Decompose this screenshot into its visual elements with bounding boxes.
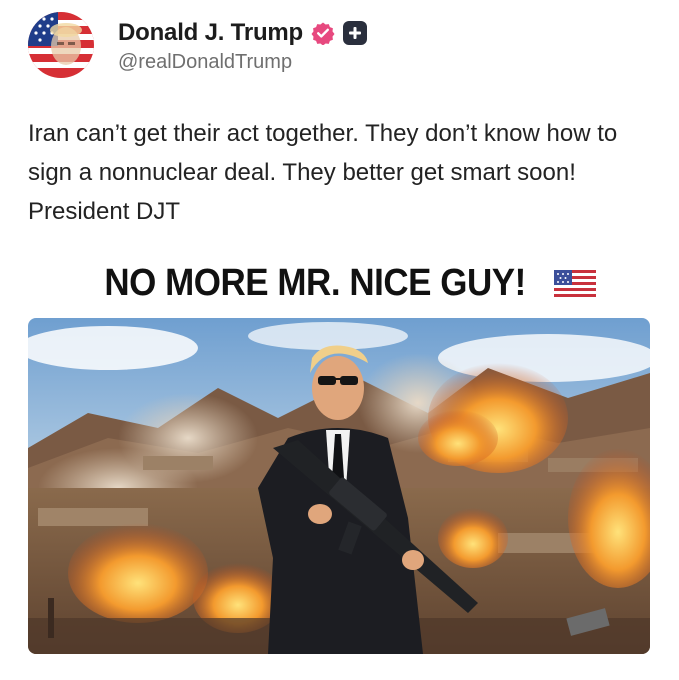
post-image[interactable] <box>28 318 650 654</box>
image-caption-text: NO MORE MR. NICE GUY! <box>104 262 526 304</box>
plus-icon[interactable] <box>343 20 368 45</box>
display-name[interactable]: Donald J. Trump <box>118 19 303 47</box>
us-flag-icon <box>554 270 597 297</box>
post-header: Donald J. Trump @realDonaldTrump <box>28 12 368 78</box>
author-identity: Donald J. Trump @realDonaldTrump <box>118 17 368 74</box>
avatar[interactable] <box>28 12 94 78</box>
image-caption: NO MORE MR. NICE GUY! <box>41 262 641 305</box>
verified-badge-icon <box>311 21 335 45</box>
post-text: Iran can’t get their act together. They … <box>28 120 618 225</box>
author-handle[interactable]: @realDonaldTrump <box>118 51 367 74</box>
name-row: Donald J. Trump <box>118 17 368 49</box>
